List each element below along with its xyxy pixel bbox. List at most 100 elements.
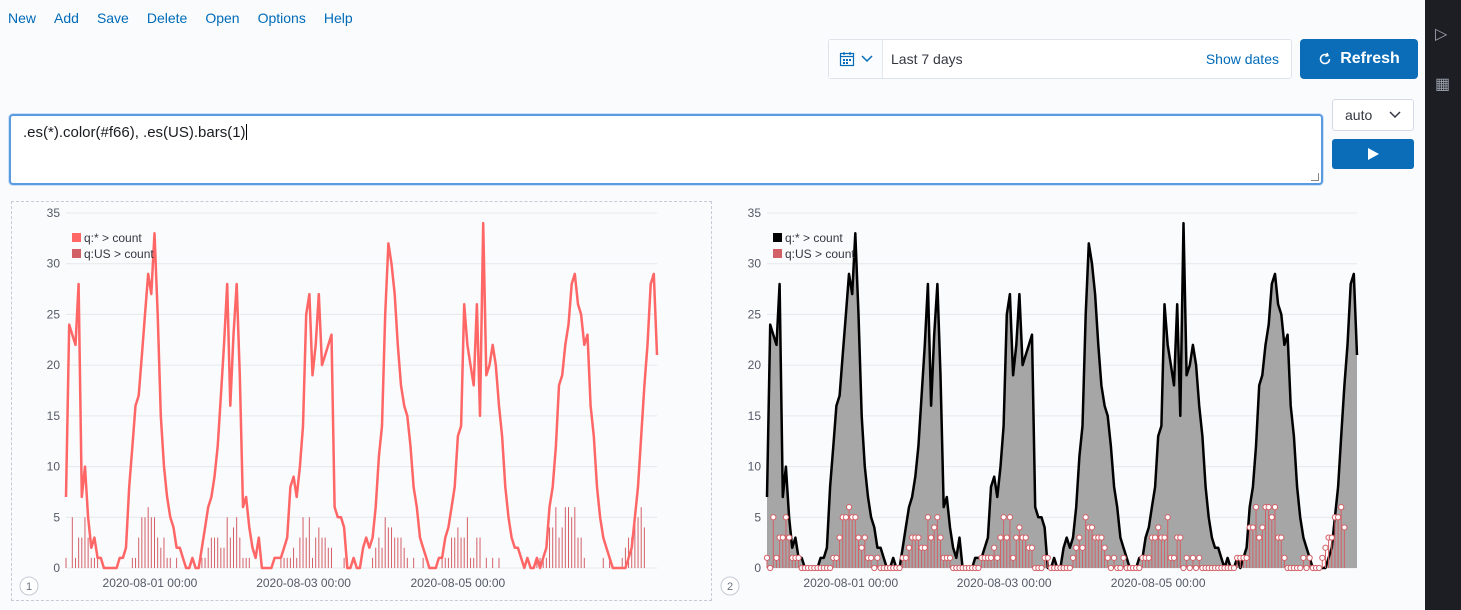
us-point (1120, 554, 1127, 561)
show-dates-link[interactable]: Show dates (1206, 51, 1291, 67)
us-point (1136, 564, 1143, 572)
us-point (1145, 554, 1152, 561)
date-range-label[interactable]: Last 7 days (883, 51, 1206, 67)
us-point (915, 534, 922, 541)
y-tick-label: 20 (47, 358, 61, 372)
us-point (1189, 554, 1197, 561)
run-button[interactable] (1332, 139, 1414, 169)
legend-label: q:* > count (785, 231, 843, 245)
interval-value: auto (1345, 107, 1373, 123)
us-point (1259, 524, 1266, 531)
legend-swatch (773, 233, 782, 242)
us-point (855, 534, 862, 541)
us-point (1243, 554, 1250, 561)
resize-handle[interactable] (1311, 173, 1319, 181)
top-menu: New Add Save Delete Open Options Help (8, 10, 353, 26)
us-point (991, 544, 998, 551)
chevron-down-icon (1389, 111, 1401, 119)
x-tick-label: 2020-08-05 00:00 (410, 576, 505, 590)
us-point (1278, 534, 1285, 541)
us-point (937, 534, 944, 541)
menu-new[interactable]: New (8, 10, 36, 26)
expression-input[interactable]: .es(*).color(#f66), .es(US).bars(1) (9, 114, 1323, 185)
us-point (931, 524, 938, 531)
legend-label: q:US > count (785, 247, 855, 261)
us-point (763, 554, 771, 561)
chart-2: 0 5 10 15 20 25 30 35 2020-08-01 00:00 2020-08-03… (720, 206, 1359, 596)
y-tick-label: 25 (748, 307, 762, 321)
us-point (852, 514, 859, 521)
us-point (1104, 554, 1111, 561)
us-point (1110, 554, 1118, 561)
us-point (836, 534, 843, 541)
us-point (934, 514, 941, 521)
us-point (868, 554, 875, 561)
menu-open[interactable]: Open (205, 10, 239, 26)
us-point (1082, 514, 1089, 521)
y-tick-label: 15 (748, 409, 762, 423)
us-point (1079, 544, 1086, 551)
us-point (1038, 564, 1045, 572)
us-point (1186, 564, 1193, 572)
y-tick-label: 30 (47, 257, 61, 271)
refresh-button[interactable]: Refresh (1300, 39, 1418, 79)
us-point (1151, 534, 1159, 541)
us-point (902, 554, 909, 561)
menu-add[interactable]: Add (54, 10, 79, 26)
us-point (1164, 514, 1171, 521)
us-point (1117, 564, 1124, 572)
us-point (1306, 554, 1313, 561)
y-tick-label: 10 (748, 460, 762, 474)
y-tick-label: 35 (748, 206, 762, 220)
legend-swatch (72, 249, 81, 258)
us-point (1028, 544, 1036, 551)
us-point (1300, 554, 1307, 561)
us-point (861, 534, 868, 541)
us-point (1322, 544, 1329, 551)
us-point (1101, 544, 1108, 551)
us-point (1265, 504, 1272, 511)
quick-select-button[interactable] (829, 40, 883, 78)
menu-help[interactable]: Help (324, 10, 353, 26)
us-point (1338, 504, 1345, 511)
us-point (1022, 534, 1029, 541)
us-point (1196, 554, 1203, 561)
us-point (1281, 554, 1288, 561)
play-icon (1368, 148, 1379, 160)
us-point (767, 564, 774, 572)
legend-swatch (72, 233, 81, 242)
y-tick-label: 35 (47, 206, 61, 220)
interval-select[interactable]: auto (1332, 99, 1414, 131)
chart-panel-2[interactable]: 0 5 10 15 20 25 30 35 2020-08-01 00:00 2020-08-03… (719, 201, 1362, 601)
us-point (1000, 514, 1007, 521)
chevron-down-icon (860, 55, 873, 63)
us-point (871, 564, 878, 572)
us-point (1334, 514, 1342, 521)
us-point (1161, 534, 1168, 541)
menu-delete[interactable]: Delete (147, 10, 187, 26)
bug-icon[interactable]: ▷ (1435, 24, 1447, 44)
chart-panel-1[interactable]: 0 5 10 15 20 25 30 35 2020-08-01 00:00 2020-08-03… (11, 201, 712, 601)
x-tick-label: 2020-08-03 00:00 (256, 576, 351, 590)
x-tick-label: 2020-08-05 00:00 (1111, 576, 1206, 590)
y-tick-label: 15 (47, 409, 61, 423)
panels-icon[interactable]: ▦ (1435, 74, 1450, 94)
menu-options[interactable]: Options (258, 10, 306, 26)
y-tick-label: 10 (47, 460, 61, 474)
menu-save[interactable]: Save (97, 10, 129, 26)
us-point (773, 554, 780, 561)
us-point (1155, 524, 1162, 531)
us-point (997, 534, 1004, 541)
legend-swatch (773, 249, 782, 258)
us-point (1088, 524, 1096, 531)
date-picker: Last 7 days Show dates (828, 39, 1292, 79)
x-tick-label: 2020-08-03 00:00 (957, 576, 1052, 590)
us-point (874, 554, 881, 561)
us-point (1230, 564, 1238, 572)
right-sidebar: ▷ ▦ (1425, 0, 1461, 610)
us-point (1009, 554, 1017, 561)
us-point (1303, 564, 1310, 572)
us-point (1256, 534, 1263, 541)
us-point (1013, 534, 1020, 541)
us-point (1069, 554, 1077, 561)
